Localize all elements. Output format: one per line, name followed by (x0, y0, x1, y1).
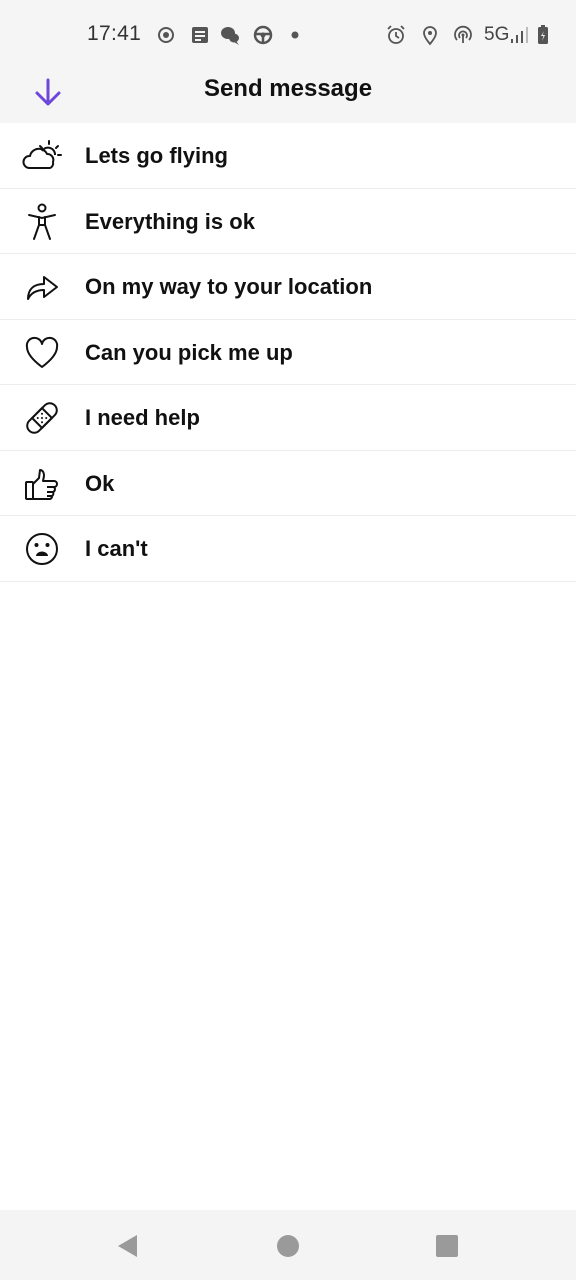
list-item-label: I can't (85, 536, 148, 561)
thumbs-up-icon (22, 465, 62, 503)
list-item[interactable]: Lets go flying (0, 123, 576, 189)
list-item[interactable]: Everything is ok (0, 188, 576, 254)
list-item-label: Ok (85, 470, 115, 496)
sad-face-icon (22, 530, 62, 568)
list-item[interactable]: On my way to your location (0, 254, 576, 320)
nav-back-icon (118, 1235, 137, 1257)
cloud-sun-icon (22, 137, 62, 175)
page-title: Send message (203, 75, 373, 102)
nav-bar (0, 1210, 576, 1280)
list-item[interactable]: Can you pick me up (0, 319, 576, 385)
list-item-label: Lets go flying (85, 143, 228, 168)
signal-icon (508, 24, 530, 46)
dot-icon (284, 24, 306, 46)
list-item[interactable]: I need help (0, 385, 576, 451)
hotspot-icon (452, 24, 474, 46)
bandage-icon (22, 399, 62, 437)
list-item[interactable]: Ok (0, 450, 576, 516)
nav-back-button[interactable] (108, 1230, 148, 1262)
nav-recents-button[interactable] (427, 1230, 467, 1262)
nav-home-button[interactable] (268, 1230, 308, 1262)
list-item-label: I need help (85, 405, 200, 430)
list-item-label: Everything is ok (85, 208, 255, 234)
alarm-icon (385, 24, 407, 46)
chat-icon (219, 24, 241, 46)
screen: 17:41 5G Send message Lets go flying Eve… (0, 0, 576, 1280)
app-header: Send message (0, 60, 576, 123)
record-icon (155, 24, 177, 46)
list-item-label: On my way to your location (85, 274, 373, 299)
note-icon (189, 24, 211, 46)
steering-icon (252, 24, 274, 46)
share-arrow-icon (22, 268, 62, 306)
nav-home-icon (277, 1235, 299, 1257)
status-time: 17:41 (87, 22, 142, 45)
battery-icon (532, 24, 554, 46)
message-list: Lets go flying Everything is ok On my wa… (0, 123, 576, 582)
heart-icon (22, 334, 62, 372)
list-item-label: Can you pick me up (85, 339, 293, 365)
network-type: 5G (484, 24, 510, 45)
accessibility-person-icon (22, 203, 62, 241)
location-pin-icon (419, 24, 441, 46)
list-item[interactable]: I can't (0, 516, 576, 582)
nav-recents-icon (436, 1235, 458, 1257)
